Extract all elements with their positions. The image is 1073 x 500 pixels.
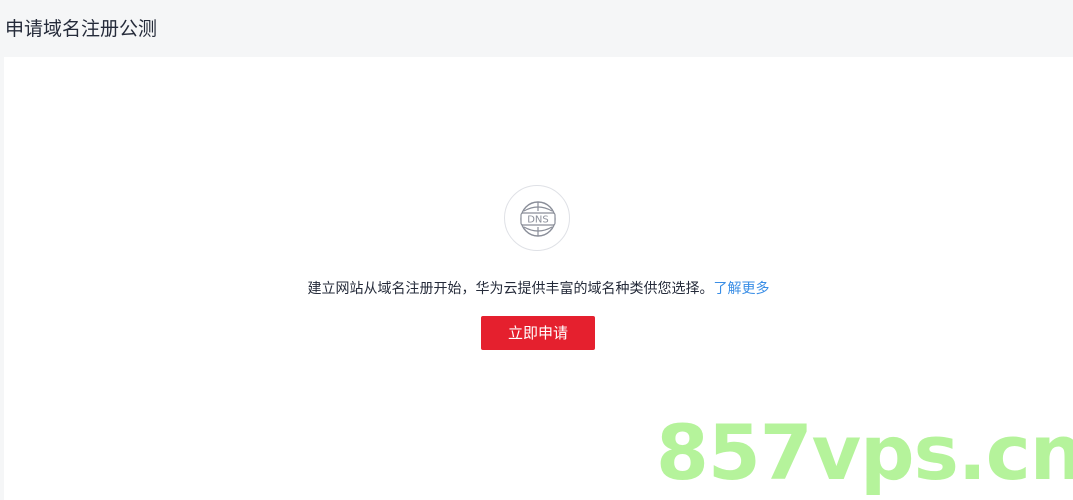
- watermark: 857vps.cn: [656, 408, 1073, 497]
- page-header: 申请域名注册公测: [0, 0, 1073, 57]
- page: 申请域名注册公测 DNS 建立网站从域名注册开始，华为云提供丰富的域名种类供您选…: [0, 0, 1073, 500]
- dns-icon-container: DNS: [504, 185, 570, 251]
- dns-globe-icon: DNS: [520, 201, 556, 237]
- empty-state-description-line: 建立网站从域名注册开始，华为云提供丰富的域名种类供您选择。了解更多: [4, 279, 1073, 299]
- dns-icon-text: DNS: [527, 215, 549, 226]
- empty-state-description: 建立网站从域名注册开始，华为云提供丰富的域名种类供您选择。: [307, 281, 714, 297]
- page-title: 申请域名注册公测: [5, 18, 158, 40]
- apply-now-button[interactable]: 立即申请: [481, 316, 595, 350]
- learn-more-link[interactable]: 了解更多: [714, 281, 770, 297]
